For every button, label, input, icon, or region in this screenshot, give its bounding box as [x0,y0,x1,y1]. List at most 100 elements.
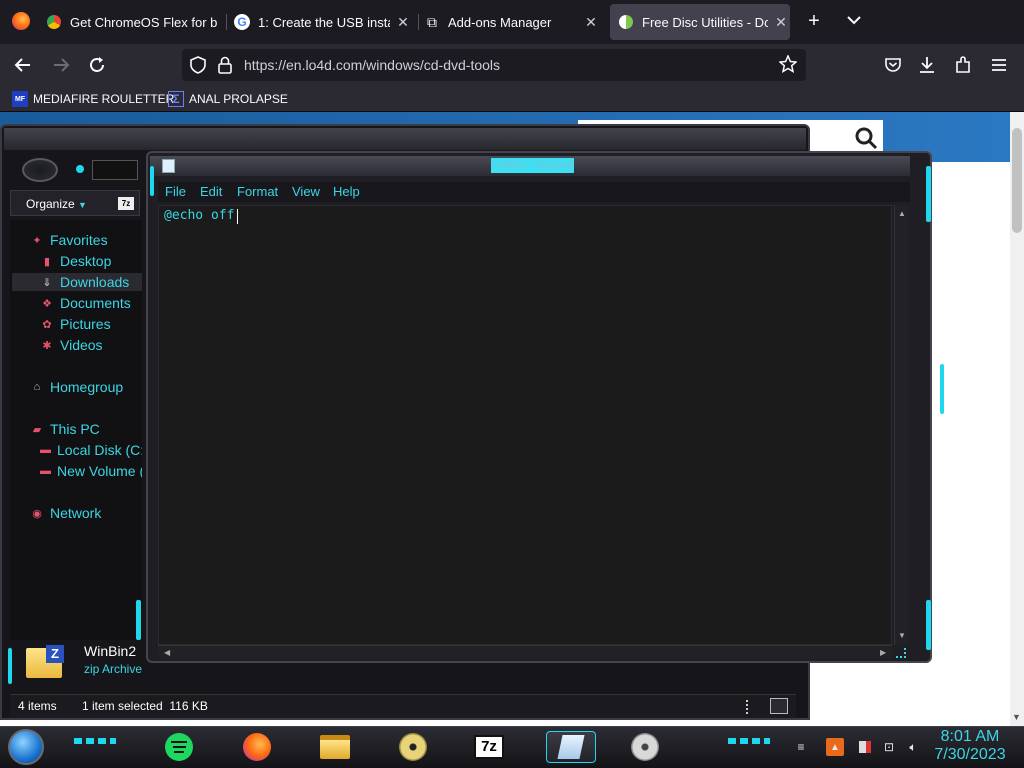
hamburger-menu-icon[interactable] [984,50,1014,80]
text-caret [237,209,238,224]
bookmark-sigma[interactable]: Σ ANAL PROLAPSE [168,90,288,108]
page-scrollbar-thumb[interactable] [1012,128,1022,233]
firefox-icon[interactable] [240,731,274,763]
notepad-text-area[interactable] [158,205,892,645]
tab-title: Add-ons Manager [448,14,552,30]
url-bar[interactable]: https://en.lo4d.com/windows/cd-dvd-tools [182,49,806,81]
notepad-horizontal-scrollbar[interactable]: ◀ ▶ [158,645,892,659]
spotify-icon[interactable] [162,731,196,763]
volume-icon[interactable]: 🔈︎ [904,738,922,756]
7zip-toolbar-icon[interactable]: 7z [118,197,134,210]
large-icons-view-icon[interactable] [770,698,788,714]
nav-label: Videos [60,337,103,353]
system-clock[interactable]: 8:01 AM 7/30/2023 [930,728,1010,764]
resize-grip-icon[interactable] [896,648,906,658]
file-explorer-icon[interactable] [318,731,352,763]
url-text: https://en.lo4d.com/windows/cd-dvd-tools [244,57,501,73]
chevron-down-icon[interactable] [842,8,866,32]
sigma-icon: Σ [168,91,184,107]
nav-item-desktop[interactable]: ▮ Desktop [40,253,111,269]
cyan-accent [926,166,931,222]
lock-icon[interactable] [218,56,232,79]
tracking-shield-icon[interactable] [190,56,206,79]
nav-item-local-disk[interactable]: ▬ Local Disk (C: [40,442,142,458]
nav-label: Favorites [50,232,108,248]
homegroup-icon: ⌂ [33,381,41,393]
back-button[interactable] [8,50,38,80]
start-button[interactable] [8,729,44,765]
notepad-app-icon [162,159,175,173]
menu-view[interactable]: View [292,184,320,199]
7zip-icon[interactable]: 7z [472,731,506,763]
zip-badge-icon: Z [46,645,64,663]
nav-item-new-volume[interactable]: ▬ New Volume (I [40,463,142,479]
documents-icon: ❖ [42,297,52,310]
nav-label: Pictures [60,316,111,332]
scroll-up-arrow-icon[interactable]: ▲ [898,209,906,218]
scroll-left-arrow-icon[interactable]: ◀ [164,648,170,657]
scroll-down-arrow-icon[interactable]: ▼ [898,631,906,640]
menu-format[interactable]: Format [237,184,278,199]
nav-item-documents[interactable]: ❖ Documents [40,295,131,311]
close-tab-icon[interactable]: ✕ [582,14,600,31]
reload-button[interactable] [82,50,112,80]
explorer-address-bar[interactable] [92,160,138,180]
tab-title: 1: Create the USB installer [258,14,390,30]
tab-addons[interactable]: ⧉ Add-ons Manager ✕ [424,4,600,40]
extensions-icon[interactable] [948,50,978,80]
pocket-icon[interactable] [878,50,908,80]
nav-item-videos[interactable]: ✱ Videos [40,337,103,353]
notepad-content: @echo off [164,208,235,223]
scroll-down-arrow-icon[interactable]: ▼ [1012,712,1021,722]
nav-item-homegroup[interactable]: ⌂ Homegroup [30,379,123,395]
tray-app-icon[interactable]: ▲ [826,738,844,756]
cyan-accent [926,600,931,650]
nav-label: New Volume (I [57,463,142,479]
disc-utility-icon[interactable] [628,731,662,763]
bookmark-mediafire[interactable]: MF MEDIAFIRE ROULETTER [12,90,174,108]
new-tab-button[interactable]: + [802,10,826,34]
menu-file[interactable]: File [165,184,186,199]
zip-file-item[interactable]: Z WinBin2 zip Archive [10,640,148,686]
scroll-right-arrow-icon[interactable]: ▶ [880,648,886,657]
nav-item-network[interactable]: ◉ Network [30,505,101,521]
bookmark-star-icon[interactable] [778,54,798,78]
nav-label: This PC [50,421,100,437]
cyan-accent [8,648,12,684]
action-center-icon[interactable] [856,738,874,756]
notepad-vertical-scrollbar[interactable]: ▲ ▼ [894,205,908,645]
pictures-icon: ✿ [42,318,52,331]
organize-button[interactable]: Organize ▼ [26,197,87,211]
nav-item-this-pc[interactable]: ▰ This PC [30,421,100,437]
google-icon: G [234,14,250,30]
cyan-accent [940,364,944,414]
nav-item-pictures[interactable]: ✿ Pictures [40,316,111,332]
downloads-icon[interactable] [912,50,942,80]
show-hidden-icons[interactable]: ≡ [792,738,810,756]
menu-help[interactable]: Help [333,184,360,199]
details-view-icon[interactable] [746,700,754,714]
star-icon: ✦ [32,234,42,247]
tab-title: Free Disc Utilities - Download [642,14,768,30]
firefox-icon[interactable] [12,12,30,30]
tab-usb-installer[interactable]: G 1: Create the USB installer ✕ [234,4,412,40]
disc-icon[interactable] [396,731,430,763]
taskbar-decoration-right [728,738,770,744]
explorer-back-forward[interactable] [22,158,58,182]
nav-item-downloads[interactable]: ⇓ Downloads [40,274,129,290]
bookmarks-toolbar: MF MEDIAFIRE ROULETTER Σ ANAL PROLAPSE [0,86,1024,112]
menu-edit[interactable]: Edit [200,184,222,199]
network-tray-icon[interactable]: ⊡ [880,738,898,756]
tab-disc-utilities[interactable]: Free Disc Utilities - Download ✕ [610,4,790,40]
close-tab-icon[interactable]: ✕ [772,14,790,31]
nav-item-favorites[interactable]: ✦ Favorites [30,232,108,248]
tab-bar: Get ChromeOS Flex for business G 1: Crea… [0,0,1024,44]
forward-button[interactable] [46,50,76,80]
close-tab-icon[interactable]: ✕ [394,14,412,31]
notepad-icon[interactable] [546,731,596,763]
tab-chromeos[interactable]: Get ChromeOS Flex for business [46,4,218,40]
status-item-count: 4 items [18,699,57,713]
bookmark-label: ANAL PROLAPSE [189,92,288,106]
mediafire-icon: MF [12,91,28,107]
nav-label: Network [50,505,102,521]
